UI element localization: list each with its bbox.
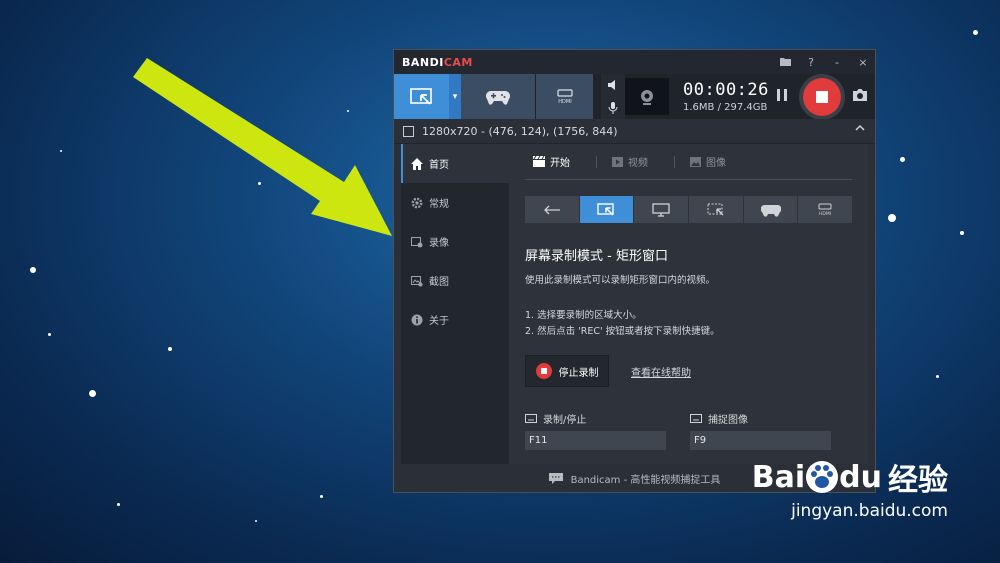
watermark-cn: 经验 xyxy=(888,463,948,498)
app-logo: BANDICAM xyxy=(402,55,473,69)
rectangle-window-icon xyxy=(409,87,432,105)
webcam-preview[interactable] xyxy=(625,78,669,115)
mode-description: 使用此录制模式可以录制矩形窗口内的视频。 xyxy=(525,275,716,286)
device-mode-button[interactable]: HDMI xyxy=(536,74,593,119)
sidebar-item-label: 截图 xyxy=(429,277,449,288)
back-button[interactable] xyxy=(525,196,579,223)
content-tabs: 开始 视频 图像 xyxy=(525,144,852,180)
webcam-icon xyxy=(641,89,653,105)
sidebar-item-video[interactable]: 录像 xyxy=(401,222,509,261)
mode-selector-bar: HDMI xyxy=(525,196,853,223)
footer-text: Bandicam - 高性能视频捕捉工具 xyxy=(570,474,721,486)
chat-bubble-icon xyxy=(548,472,563,484)
picture-icon xyxy=(690,156,701,167)
title-bar[interactable]: BANDICAM ? - × xyxy=(394,50,875,74)
sidebar-item-label: 首页 xyxy=(429,160,449,171)
rectangle-mode-button[interactable] xyxy=(394,74,449,119)
sidebar-item-home[interactable]: 首页 xyxy=(401,144,509,183)
monitor-icon xyxy=(652,202,670,217)
file-size-status: 1.6MB / 297.4GB xyxy=(683,102,768,113)
rectangle-window-icon xyxy=(596,202,614,216)
sidebar-item-general[interactable]: 常规 xyxy=(401,183,509,222)
image-icon xyxy=(411,275,423,286)
instruction-steps: 1. 选择要录制的区域大小。 2. 然后点击 'REC' 按钮或者按下录制快捷键… xyxy=(525,308,852,340)
hotkey-record-field[interactable]: F11 xyxy=(525,431,666,450)
stop-icon xyxy=(535,363,552,379)
play-icon xyxy=(612,156,623,167)
watermark-brand-suffix: du xyxy=(839,459,882,495)
paw-icon xyxy=(806,461,839,493)
pointer-arrow-icon xyxy=(133,58,392,236)
folder-icon[interactable] xyxy=(779,56,791,69)
step-one: 1. 选择要录制的区域大小。 xyxy=(525,310,642,321)
record-stop-button[interactable] xyxy=(799,74,845,120)
region-checkbox[interactable] xyxy=(403,125,414,137)
svg-text:HDMI: HDMI xyxy=(558,99,571,105)
device-mode-tab[interactable]: HDMI xyxy=(798,196,853,223)
watermark-url: jingyan.baidu.com xyxy=(791,501,948,521)
watermark-brand: Bai xyxy=(751,459,806,495)
hotkey-record-label: 录制/停止 xyxy=(543,415,587,426)
bandicam-window: BANDICAM ? - × ▾ HDMI 00:00:26 1.6MB / 2… xyxy=(393,49,876,493)
video-icon xyxy=(411,236,423,247)
camera-icon[interactable] xyxy=(852,88,868,102)
hdmi-icon: HDMI xyxy=(818,203,832,217)
svg-text:HDMI: HDMI xyxy=(819,211,831,217)
sidebar-item-about[interactable]: 关于 xyxy=(401,300,509,339)
microphone-icon[interactable] xyxy=(608,101,618,114)
baidu-watermark: Bai du 经验 jingyan.baidu.com xyxy=(751,455,948,522)
sidebar-item-label: 常规 xyxy=(429,199,449,210)
tab-start[interactable]: 开始 xyxy=(533,154,570,169)
stop-recording-button[interactable]: 停止录制 xyxy=(525,355,609,387)
speaker-icon[interactable] xyxy=(607,79,619,91)
gamepad-icon xyxy=(486,90,510,105)
info-icon xyxy=(411,314,423,325)
sidebar-item-label: 关于 xyxy=(429,316,449,327)
keyboard-icon xyxy=(690,414,702,423)
gamepad-icon xyxy=(760,204,781,217)
arrow-left-icon xyxy=(543,205,560,214)
hotkey-capture-label: 捕捉图像 xyxy=(708,415,748,426)
keyboard-icon xyxy=(525,414,537,423)
fullscreen-mode-tab[interactable] xyxy=(634,196,689,223)
help-button[interactable]: ? xyxy=(805,56,817,69)
sidebar: 首页 常规 录像 截图 关于 xyxy=(401,144,509,464)
mode-dropdown-chevron-icon[interactable]: ▾ xyxy=(449,74,461,119)
clapper-icon xyxy=(533,156,545,167)
main-toolbar: ▾ HDMI 00:00:26 1.6MB / 297.4GB xyxy=(394,74,875,120)
online-help-link[interactable]: 查看在线帮助 xyxy=(631,364,691,379)
sidebar-item-label: 录像 xyxy=(429,238,449,249)
step-two: 2. 然后点击 'REC' 按钮或者按下录制快捷键。 xyxy=(525,326,720,337)
hotkey-capture-field[interactable]: F9 xyxy=(690,431,831,450)
game-mode-tab[interactable] xyxy=(743,196,798,223)
minimize-button[interactable]: - xyxy=(831,56,843,69)
area-mode-tab[interactable] xyxy=(689,196,743,223)
hdmi-icon: HDMI xyxy=(556,88,573,105)
pause-icon[interactable] xyxy=(775,88,789,102)
close-button[interactable]: × xyxy=(857,56,869,69)
rectangle-mode-tab[interactable] xyxy=(579,196,634,223)
region-text: 1280x720 - (476, 124), (1756, 844) xyxy=(422,124,618,138)
home-icon xyxy=(411,157,423,170)
mode-heading: 屏幕录制模式 - 矩形窗口 xyxy=(525,249,668,264)
sidebar-item-screenshot[interactable]: 截图 xyxy=(401,261,509,300)
tab-image[interactable]: 图像 xyxy=(674,154,726,169)
chevron-up-icon[interactable] xyxy=(855,124,865,132)
region-info-bar: 1280x720 - (476, 124), (1756, 844) xyxy=(394,119,875,144)
main-panel: 开始 视频 图像 HDMI 屏幕录制模式 - 矩形窗口 使用此录制模式可以录制矩… xyxy=(509,144,868,464)
recording-timer: 00:00:26 xyxy=(683,80,769,100)
tab-video[interactable]: 视频 xyxy=(596,154,648,169)
gear-icon xyxy=(411,197,423,208)
selection-area-icon xyxy=(707,203,724,215)
game-mode-button[interactable] xyxy=(461,74,535,119)
